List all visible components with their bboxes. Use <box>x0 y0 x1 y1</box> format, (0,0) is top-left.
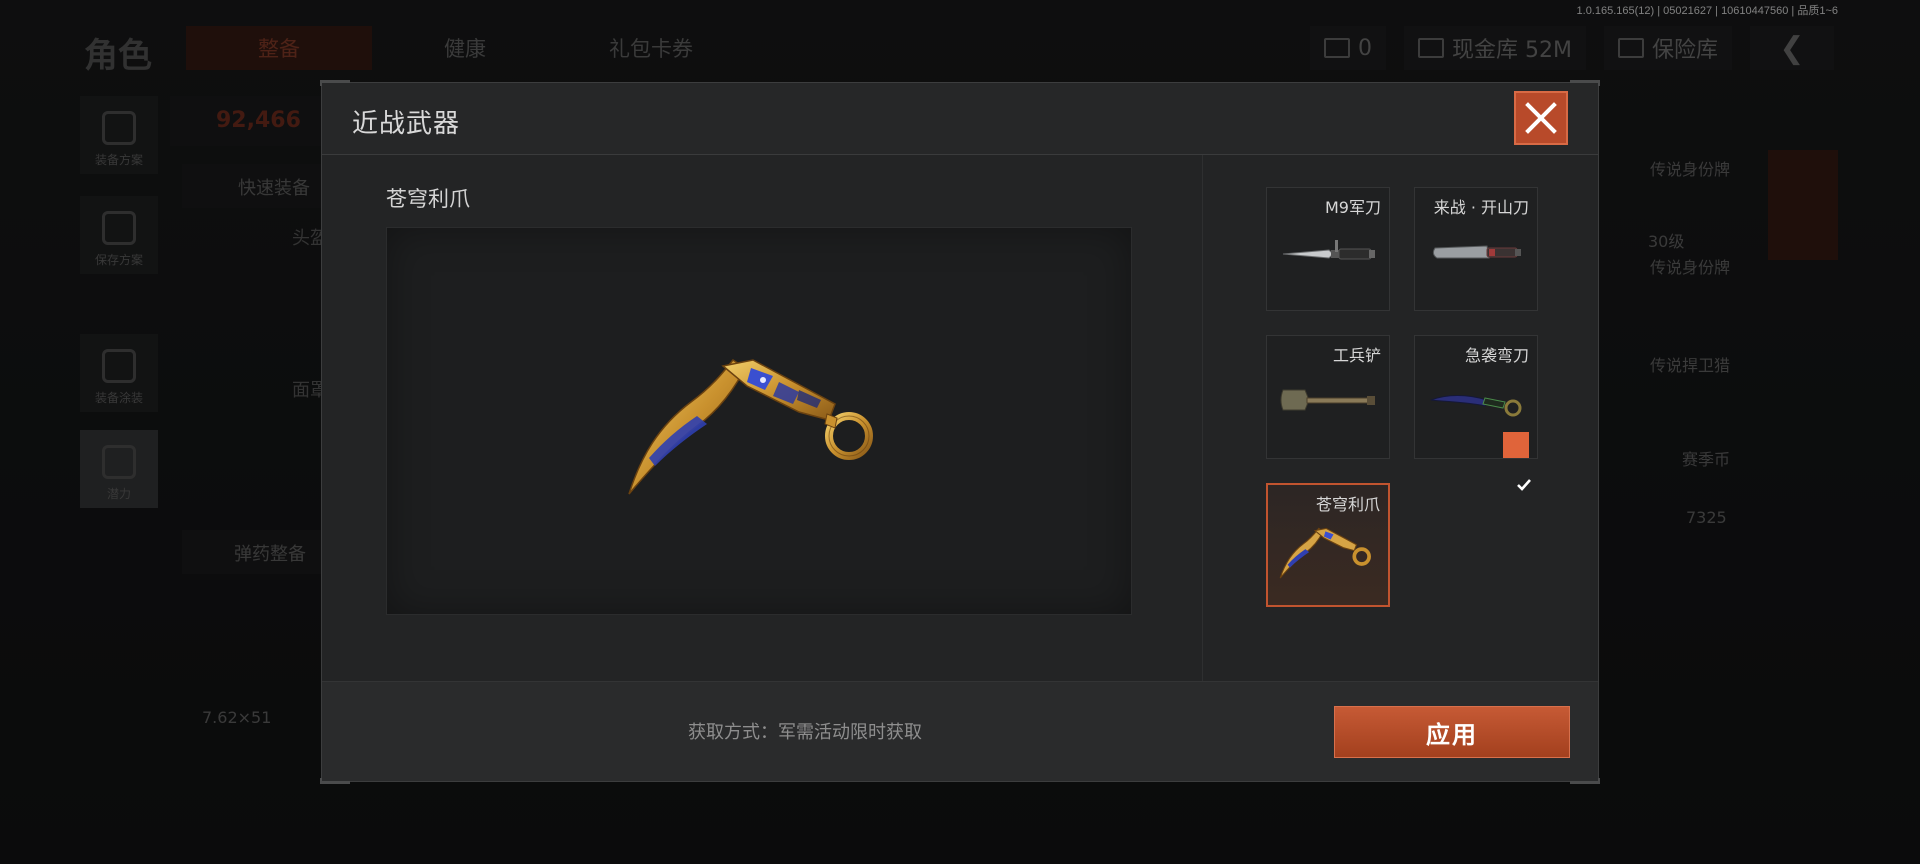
equipped-check-badge <box>1503 432 1531 491</box>
close-icon <box>1525 102 1557 134</box>
panel-divider <box>1202 155 1203 681</box>
close-button[interactable] <box>1514 91 1568 145</box>
weapon-option-selected[interactable]: 苍穹利爪 <box>1266 483 1390 607</box>
acquire-method-text: 获取方式：军需活动限时获取 <box>688 722 922 743</box>
preview-weapon-name: 苍穹利爪 <box>386 187 470 211</box>
gold-karambit-icon <box>1279 527 1371 579</box>
dialog-header: 近战武器 <box>322 83 1598 155</box>
karambit-icon <box>1430 395 1522 417</box>
weapon-option-label: 苍穹利爪 <box>1315 495 1380 514</box>
weapon-option[interactable]: M9军刀 <box>1266 187 1390 311</box>
gold-karambit-icon <box>628 358 873 495</box>
bayonet-icon <box>1282 240 1375 260</box>
checkmark-icon <box>1517 479 1531 491</box>
machete-icon <box>1432 245 1521 259</box>
dialog-footer: 获取方式：军需活动限时获取 应用 <box>322 681 1598 781</box>
dialog-title: 近战武器 <box>352 109 461 139</box>
shovel-icon <box>1280 389 1375 411</box>
melee-weapon-dialog: 近战武器 苍穹利爪 M9军刀 来战 · 开山刀 工兵铲 急袭弯刀 苍穹利爪 获取… <box>320 80 1600 784</box>
weapon-option-label: 来战 · 开山刀 <box>1433 198 1529 217</box>
weapon-preview[interactable] <box>386 227 1132 615</box>
weapon-option[interactable]: 急袭弯刀 <box>1414 335 1538 491</box>
weapon-option[interactable]: 工兵铲 <box>1266 335 1390 459</box>
weapon-option-label: M9军刀 <box>1325 198 1381 217</box>
weapon-option-label: 工兵铲 <box>1332 346 1381 365</box>
apply-button[interactable]: 应用 <box>1334 706 1570 758</box>
weapon-option-label: 急袭弯刀 <box>1464 346 1529 365</box>
weapon-option[interactable]: 来战 · 开山刀 <box>1414 187 1538 311</box>
